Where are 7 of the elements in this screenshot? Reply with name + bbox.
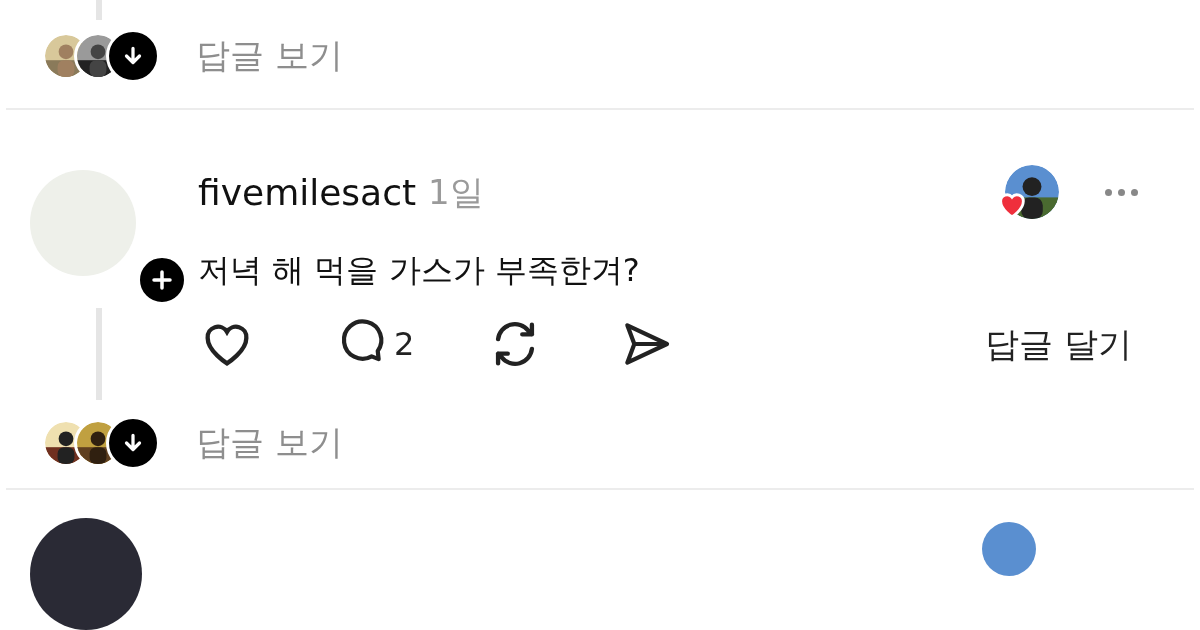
reply-button[interactable]: 답글 달기 bbox=[985, 318, 1132, 370]
more-options-icon[interactable] bbox=[1105, 189, 1138, 197]
username[interactable]: fivemilesact bbox=[198, 165, 417, 220]
reply-count: 2 bbox=[394, 324, 415, 365]
timestamp: 1일 bbox=[428, 171, 484, 215]
comment-text: 저녁 해 먹을 가스가 부족한겨? bbox=[198, 249, 641, 291]
avatar bbox=[982, 522, 1036, 576]
